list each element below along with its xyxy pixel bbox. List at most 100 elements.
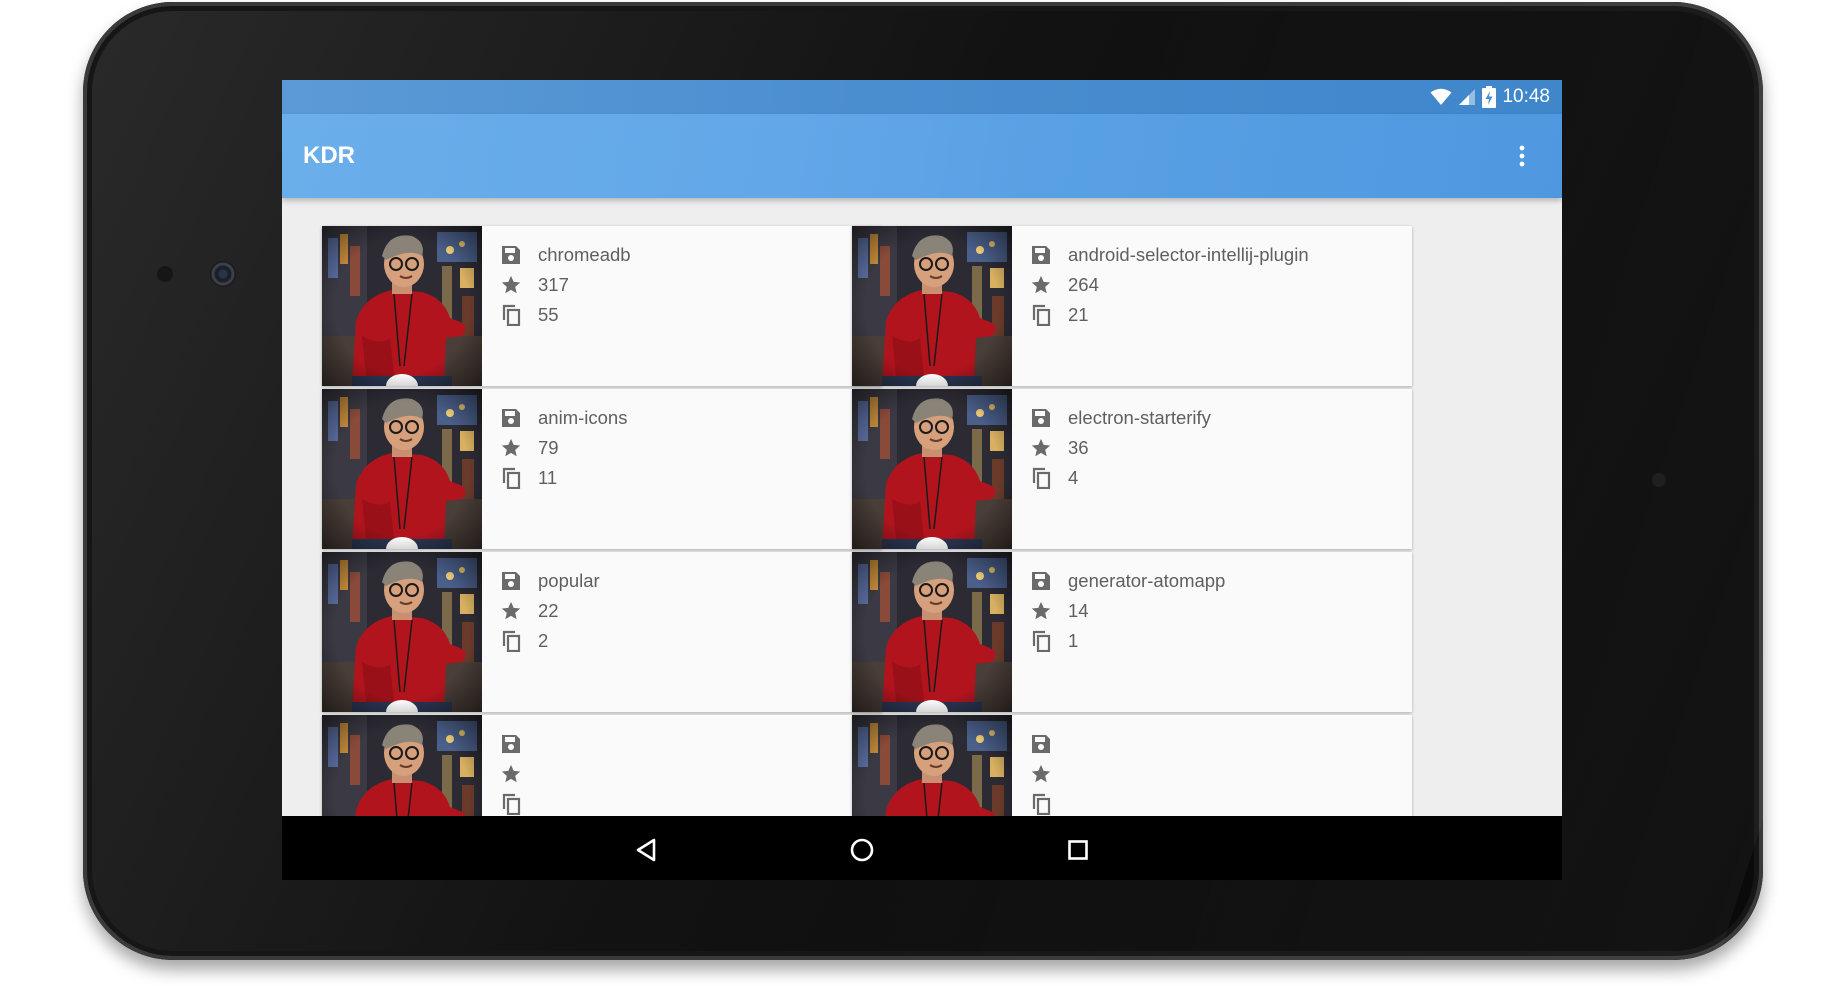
status-time: 10:48 (1502, 86, 1550, 107)
repo-stars-row (1028, 759, 1068, 789)
star-icon (1028, 435, 1054, 461)
repo-card[interactable]: generator-atomapp 14 1 (852, 552, 1412, 712)
repo-stars-row: 36 (1028, 433, 1211, 463)
repo-name: chromeadb (538, 244, 631, 265)
owner-avatar (852, 552, 1012, 712)
save-icon (498, 731, 524, 757)
side-sensor (1652, 473, 1666, 487)
battery-charging-icon (1482, 86, 1497, 108)
repo-name-row (498, 729, 538, 759)
copy-icon (1028, 465, 1054, 491)
copy-icon (1028, 302, 1054, 328)
copy-icon (498, 628, 524, 654)
repo-stars-row: 14 (1028, 596, 1225, 626)
overflow-menu-button[interactable] (1504, 138, 1540, 174)
repo-name-row (1028, 729, 1068, 759)
repo-forks: 2 (538, 630, 549, 651)
repo-info: generator-atomapp 14 1 (1028, 566, 1225, 656)
save-icon (498, 568, 524, 594)
more-vert-icon (1519, 145, 1525, 167)
repo-info (1028, 729, 1068, 816)
repo-stars: 264 (1068, 274, 1099, 295)
signal-icon (1459, 89, 1476, 105)
repo-name-row: chromeadb (498, 240, 631, 270)
wifi-icon (1430, 88, 1452, 105)
repo-forks: 55 (538, 304, 559, 325)
copy-icon (1028, 628, 1054, 654)
repo-card[interactable]: electron-starterify 36 4 (852, 389, 1412, 549)
repo-name-row: generator-atomapp (1028, 566, 1225, 596)
repo-forks-row: 55 (498, 300, 631, 330)
repo-stars-row (498, 759, 538, 789)
status-bar: 10:48 (282, 80, 1562, 114)
star-icon (498, 272, 524, 298)
copy-icon (498, 791, 524, 816)
back-button[interactable] (624, 828, 668, 872)
repo-forks: 4 (1068, 467, 1079, 488)
repo-info: android-selector-intellij-plugin 264 21 (1028, 240, 1309, 330)
owner-avatar (322, 389, 482, 549)
home-button[interactable] (840, 828, 884, 872)
repo-card[interactable]: android-selector-intellij-plugin 264 21 (852, 226, 1412, 386)
repo-name: popular (538, 570, 600, 591)
repo-info: electron-starterify 36 4 (1028, 403, 1211, 493)
app-title: KDR (303, 142, 355, 169)
home-icon (850, 838, 874, 862)
repo-card[interactable]: chromeadb 317 55 (322, 226, 882, 386)
repo-forks-row: 2 (498, 626, 600, 656)
repo-forks: 11 (538, 467, 558, 488)
repo-name: electron-starterify (1068, 407, 1211, 428)
owner-avatar (852, 715, 1012, 816)
repo-forks: 1 (1068, 630, 1079, 651)
repo-list[interactable]: chromeadb 317 55 android-selector-intell… (282, 198, 1562, 816)
repo-stars: 36 (1068, 437, 1089, 458)
star-icon (1028, 761, 1054, 787)
device-screen: 10:48 KDR chromeadb 317 55 android-selec… (282, 80, 1562, 880)
repo-stars: 317 (538, 274, 569, 295)
repo-stars-row: 79 (498, 433, 627, 463)
star-icon (498, 435, 524, 461)
repo-name-row: android-selector-intellij-plugin (1028, 240, 1309, 270)
save-icon (1028, 731, 1054, 757)
app-bar: KDR (282, 114, 1562, 198)
star-icon (1028, 272, 1054, 298)
repo-name: android-selector-intellij-plugin (1068, 244, 1309, 265)
repo-name-row: popular (498, 566, 600, 596)
save-icon (1028, 405, 1054, 431)
repo-info (498, 729, 538, 816)
navigation-bar (282, 816, 1562, 880)
copy-icon (498, 465, 524, 491)
repo-stars-row: 22 (498, 596, 600, 626)
repo-forks-row: 21 (1028, 300, 1309, 330)
save-icon (1028, 568, 1054, 594)
repo-forks-row: 4 (1028, 463, 1211, 493)
owner-avatar (322, 226, 482, 386)
owner-avatar (322, 552, 482, 712)
repo-info: chromeadb 317 55 (498, 240, 631, 330)
repo-stars-row: 317 (498, 270, 631, 300)
repo-forks: 21 (1068, 304, 1089, 325)
repo-forks-row (1028, 789, 1068, 816)
repo-name: generator-atomapp (1068, 570, 1226, 591)
repo-card[interactable] (852, 715, 1412, 816)
status-icons: 10:48 (1430, 84, 1550, 110)
repo-stars: 79 (538, 437, 559, 458)
repo-forks-row: 1 (1028, 626, 1225, 656)
owner-avatar (852, 226, 1012, 386)
repo-info: anim-icons 79 11 (498, 403, 627, 493)
repo-forks-row: 11 (498, 463, 627, 493)
recents-button[interactable] (1056, 828, 1100, 872)
owner-avatar (852, 389, 1012, 549)
repo-stars: 22 (538, 600, 559, 621)
copy-icon (498, 302, 524, 328)
repo-name-row: electron-starterify (1028, 403, 1211, 433)
star-icon (1028, 598, 1054, 624)
recents-icon (1068, 840, 1088, 860)
save-icon (498, 242, 524, 268)
star-icon (498, 598, 524, 624)
repo-stars-row: 264 (1028, 270, 1309, 300)
repo-card[interactable] (322, 715, 882, 816)
repo-card[interactable]: anim-icons 79 11 (322, 389, 882, 549)
repo-card[interactable]: popular 22 2 (322, 552, 882, 712)
copy-icon (1028, 791, 1054, 816)
